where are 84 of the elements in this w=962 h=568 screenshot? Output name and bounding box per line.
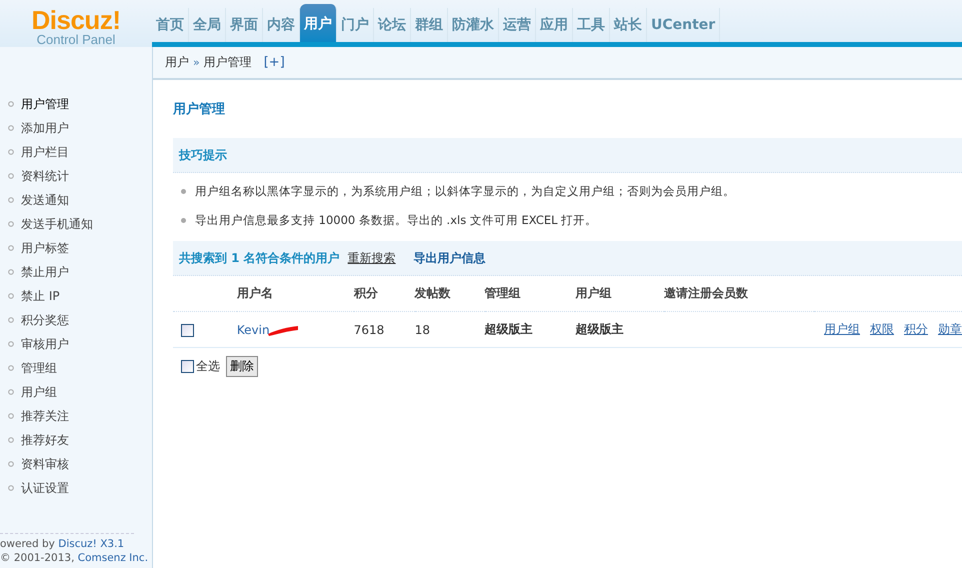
sidebar-item[interactable]: 用户标签: [0, 236, 152, 260]
bullet-icon: [8, 317, 14, 323]
bullet-icon: [8, 485, 14, 491]
action-link[interactable]: 权限: [870, 322, 894, 336]
bullet-icon: [8, 389, 14, 395]
sidebar-item[interactable]: 积分奖惩: [0, 308, 152, 332]
select-all-checkbox[interactable]: [181, 360, 194, 373]
add-shortcut-link[interactable]: [+]: [264, 55, 285, 70]
action-link[interactable]: 勋章: [938, 322, 962, 336]
username-link[interactable]: Kevin: [236, 322, 270, 336]
column-header: 管理组: [484, 286, 521, 300]
sidebar-item[interactable]: 用户栏目: [0, 140, 152, 164]
bullet-icon: [181, 218, 186, 223]
logo-title: Discuz!: [32, 8, 120, 32]
sidebar-item[interactable]: 添加用户: [0, 116, 152, 140]
sidebar-item[interactable]: 禁止用户: [0, 260, 152, 284]
sidebar-item[interactable]: 发送手机通知: [0, 212, 152, 236]
research-link[interactable]: 重新搜索: [348, 250, 396, 266]
nav-tab[interactable]: 群组: [411, 8, 448, 42]
row-checkbox[interactable]: [181, 324, 194, 337]
export-link[interactable]: 导出用户信息: [414, 250, 486, 266]
nav-tab[interactable]: 防灌水: [448, 8, 499, 42]
comsenz-link[interactable]: Comsenz Inc.: [78, 552, 148, 564]
sidebar-item[interactable]: 资料统计: [0, 164, 152, 188]
bullet-icon: [181, 189, 186, 194]
nav-tab[interactable]: 用户: [300, 4, 337, 42]
bullet-icon: [8, 245, 14, 251]
nav-tab[interactable]: 论坛: [374, 8, 411, 42]
bullet-icon: [8, 125, 14, 131]
column-header: 积分: [354, 286, 378, 300]
column-header: 用户组: [575, 286, 612, 300]
breadcrumb-separator: »: [193, 56, 200, 69]
table-cell: 超级版主: [575, 322, 624, 336]
nav-tab[interactable]: 界面: [226, 8, 263, 42]
sidebar-item[interactable]: 推荐关注: [0, 404, 152, 428]
sidebar-item[interactable]: 用户管理: [0, 92, 152, 116]
nav-tab[interactable]: 运营: [499, 8, 536, 42]
nav-tab[interactable]: 门户: [337, 8, 374, 42]
column-header: 用户名: [236, 286, 273, 300]
bullet-icon: [8, 293, 14, 299]
result-summary: 共搜索到 1 名符合条件的用户: [179, 250, 340, 266]
sidebar-item[interactable]: 审核用户: [0, 332, 152, 356]
tips-title: 技巧提示: [179, 146, 227, 164]
delete-button[interactable]: 删除: [226, 356, 258, 377]
select-all-label: 全选: [196, 358, 220, 375]
sidebar-item[interactable]: 禁止 IP: [0, 284, 152, 308]
column-header: 邀请注册会员数: [664, 286, 748, 300]
nav-tab[interactable]: 应用: [536, 8, 573, 42]
table-cell: 超级版主: [484, 322, 533, 336]
breadcrumb-item[interactable]: 用户管理: [204, 54, 252, 71]
sidebar-item[interactable]: 管理组: [0, 356, 152, 380]
nav-tab[interactable]: 站长: [610, 8, 647, 42]
powered-by-text: owered by Discuz! X3.1: [0, 538, 126, 550]
tip-text: 导出用户信息最多支持 10000 条数据。导出的 .xls 文件可用 EXCEL 打开。: [195, 213, 598, 228]
bullet-icon: [8, 173, 14, 179]
sidebar-item[interactable]: 发送通知: [0, 188, 152, 212]
table-cell: 7618: [354, 322, 384, 336]
discuz-link[interactable]: Discuz! X3.1: [58, 538, 124, 550]
action-link[interactable]: 积分: [904, 322, 928, 336]
bullet-icon: [8, 413, 14, 419]
bullet-icon: [8, 221, 14, 227]
bullet-icon: [8, 197, 14, 203]
logo-subtitle: Control Panel: [36, 32, 116, 47]
nav-tab[interactable]: UCenter: [647, 8, 720, 42]
table-cell: 18: [414, 322, 430, 336]
bullet-icon: [8, 101, 14, 107]
bullet-icon: [8, 437, 14, 443]
sidebar-item[interactable]: 资料审核: [0, 452, 152, 476]
nav-tab[interactable]: 首页: [152, 8, 189, 42]
sidebar-item[interactable]: 认证设置: [0, 476, 152, 500]
nav-tab[interactable]: 工具: [573, 8, 610, 42]
page-title: 用户管理: [173, 100, 226, 118]
bullet-icon: [8, 341, 14, 347]
action-link[interactable]: 用户组: [824, 322, 860, 336]
column-header: 发帖数: [414, 286, 451, 300]
nav-tab[interactable]: 全局: [189, 8, 226, 42]
sidebar-item[interactable]: 推荐好友: [0, 428, 152, 452]
bullet-icon: [8, 365, 14, 371]
bullet-icon: [8, 461, 14, 467]
sidebar-item[interactable]: 用户组: [0, 380, 152, 404]
breadcrumb-item[interactable]: 用户: [165, 54, 189, 71]
tip-text: 用户组名称以黑体字显示的，为系统用户组；以斜体字显示的，为自定义用户组；否则为会员用户组。: [195, 184, 735, 199]
bullet-icon: [8, 269, 14, 275]
bullet-icon: [8, 149, 14, 155]
